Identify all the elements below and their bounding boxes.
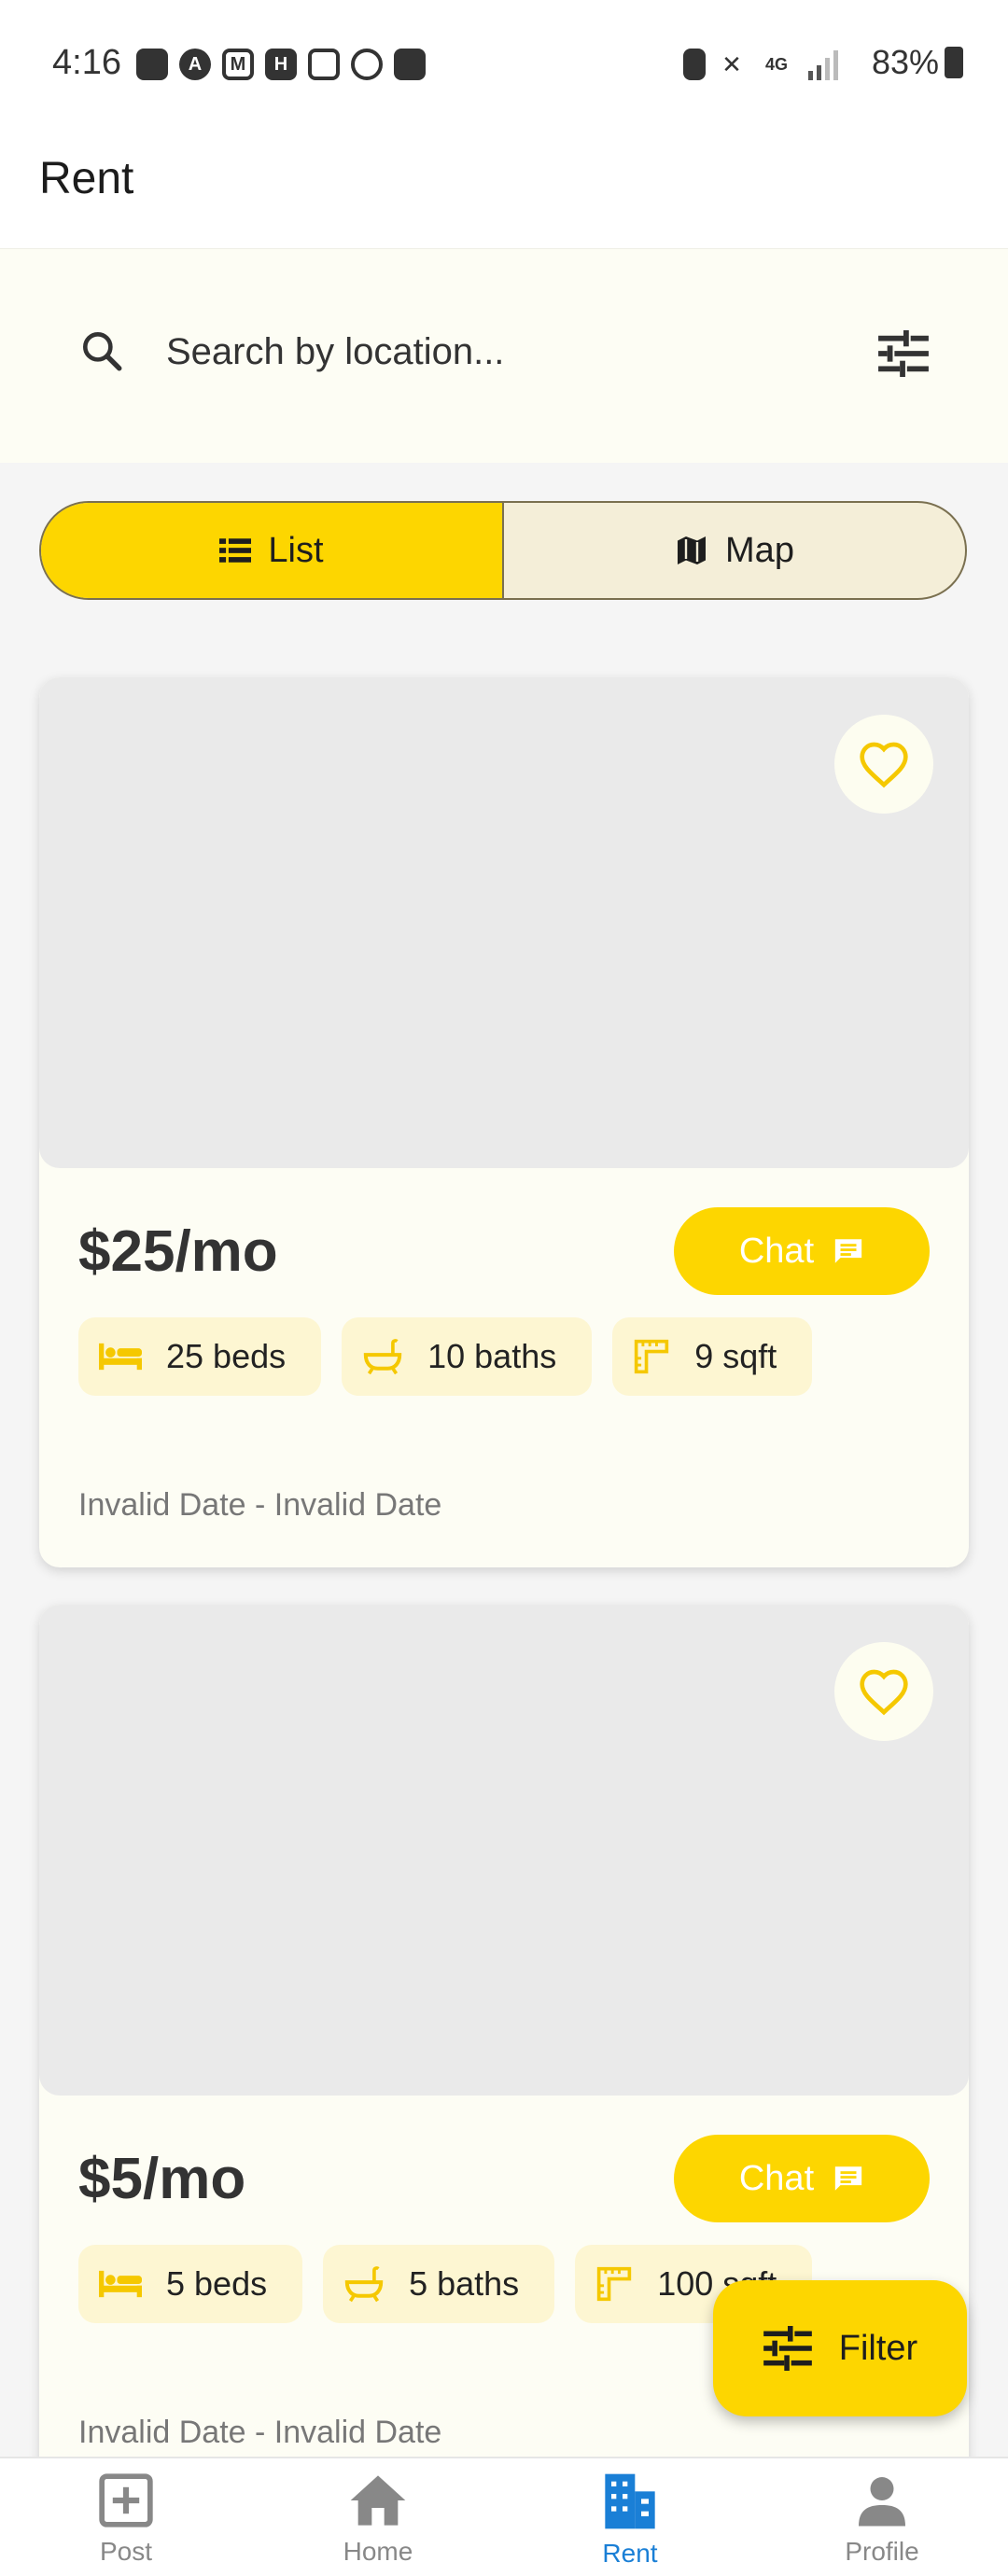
system-status-icons: ✕ 4G xyxy=(683,49,842,80)
listing-price: $5/mo xyxy=(78,2147,246,2211)
availability-dates: Invalid Date - Invalid Date xyxy=(78,2415,442,2450)
map-view-label: Map xyxy=(725,530,794,570)
baths-count: 5 baths xyxy=(409,2264,520,2303)
battery-icon xyxy=(945,47,963,78)
message-icon xyxy=(834,1239,862,1263)
area-chip: 9 sqft xyxy=(612,1317,813,1396)
listing-price: $25/mo xyxy=(78,1219,278,1284)
nav-label-post: Post xyxy=(99,2537,153,2566)
app-header: Rent xyxy=(0,131,1008,248)
message-icon xyxy=(834,2166,862,2191)
battery-percent: 83% xyxy=(871,43,939,81)
battery-indicator: 83% xyxy=(872,43,963,82)
signal-icon xyxy=(808,50,838,80)
chat-button[interactable]: Chat xyxy=(674,2135,930,2222)
nav-item-post[interactable]: Post xyxy=(0,2458,252,2576)
beds-chip: 5 beds xyxy=(78,2245,303,2323)
heart-icon xyxy=(860,1669,908,1716)
listing-features: 25 beds 10 baths 9 sqft xyxy=(78,1317,813,1396)
availability-dates: Invalid Date - Invalid Date xyxy=(78,1487,442,1523)
ruler-icon xyxy=(597,2266,632,2302)
beds-chip: 25 beds xyxy=(78,1317,322,1396)
ruler-icon xyxy=(635,1339,669,1374)
baths-chip: 5 baths xyxy=(323,2245,555,2323)
building-icon xyxy=(605,2473,655,2529)
listing-card[interactable]: $25/mo Chat 25 beds 10 baths 9 sqft Inva… xyxy=(39,677,969,1567)
list-view-label: List xyxy=(268,530,324,570)
favorite-button[interactable] xyxy=(834,715,933,814)
app-h-icon: H xyxy=(265,49,297,80)
beds-count: 5 beds xyxy=(166,2264,268,2303)
nav-item-profile[interactable]: Profile xyxy=(756,2458,1008,2576)
chat-button-label: Chat xyxy=(738,1231,815,1271)
nav-label-home: Home xyxy=(343,2537,413,2566)
bottom-nav: Post Home Rent Profile xyxy=(0,2457,1008,2576)
chat-button[interactable]: Chat xyxy=(674,1207,930,1295)
baths-count: 10 baths xyxy=(427,1337,557,1375)
chat-button-label: Chat xyxy=(738,2158,815,2198)
bathtub-icon xyxy=(363,1339,402,1375)
nav-item-rent[interactable]: Rent xyxy=(504,2458,756,2576)
listing-features: 5 beds 5 baths 100 sqft xyxy=(78,2245,813,2323)
listing-image-placeholder xyxy=(39,1605,969,2096)
add-box-icon xyxy=(99,2473,153,2527)
person-icon xyxy=(859,2477,905,2527)
map-view-button[interactable]: Map xyxy=(504,503,965,598)
status-bar: 4:16 A M H ✕ 4G 83% xyxy=(0,0,1008,131)
bed-icon xyxy=(99,2270,142,2298)
favorite-button[interactable] xyxy=(834,1642,933,1741)
tune-icon[interactable] xyxy=(877,330,930,377)
nav-label-rent: Rent xyxy=(602,2539,658,2568)
heart-icon xyxy=(860,742,908,788)
status-time: 4:16 xyxy=(52,43,121,82)
listing-image-placeholder xyxy=(39,677,969,1168)
list-view-button[interactable]: List xyxy=(41,503,504,598)
list-icon xyxy=(219,538,252,563)
search-icon[interactable] xyxy=(78,327,125,374)
home-icon xyxy=(350,2475,406,2526)
baths-chip: 10 baths xyxy=(342,1317,593,1396)
mute-icon: ✕ xyxy=(721,49,742,78)
map-icon xyxy=(678,536,707,564)
view-toggle: List Map xyxy=(39,501,967,600)
nav-label-profile: Profile xyxy=(845,2537,919,2566)
alarm-icon xyxy=(683,49,706,80)
page-title: Rent xyxy=(39,154,134,203)
filter-button[interactable]: Filter xyxy=(713,2280,967,2416)
search-input[interactable] xyxy=(166,322,819,382)
bathtub-icon xyxy=(344,2266,384,2303)
app-a-icon: A xyxy=(179,49,211,80)
check-circle-icon xyxy=(351,49,383,80)
tune-icon xyxy=(763,2326,812,2371)
nav-item-home[interactable]: Home xyxy=(252,2458,504,2576)
chat-app-icon xyxy=(136,49,168,80)
mail-icon: M xyxy=(222,49,254,80)
bed-icon xyxy=(99,1343,142,1371)
notification-icons: A M H xyxy=(136,49,426,80)
lte-icon: 4G xyxy=(764,54,788,74)
area-size: 9 sqft xyxy=(694,1337,777,1375)
beds-count: 25 beds xyxy=(166,1337,287,1375)
lock-icon xyxy=(308,49,340,80)
filter-button-label: Filter xyxy=(838,2328,918,2368)
search-bar xyxy=(0,248,1008,463)
image-icon xyxy=(394,49,426,80)
